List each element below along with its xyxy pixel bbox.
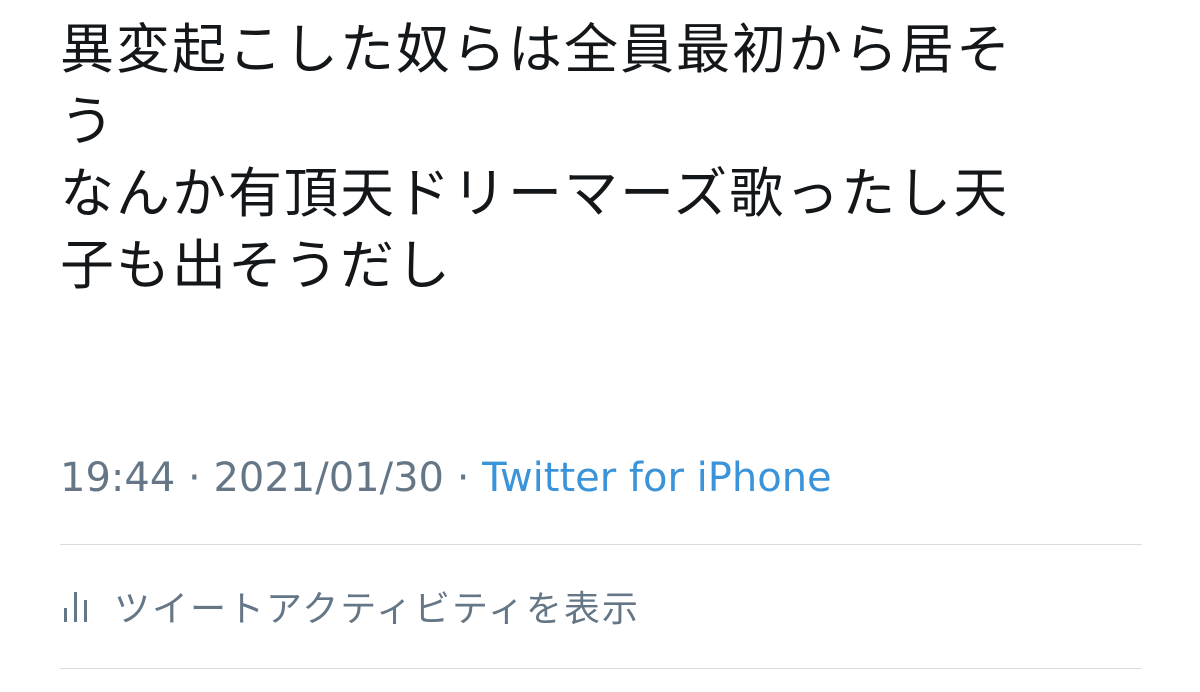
tweet-source-link[interactable]: Twitter for iPhone <box>482 455 832 501</box>
tweet-time[interactable]: 19:44 <box>60 455 175 501</box>
view-tweet-activity-button[interactable]: ツイートアクティビティを表示 <box>60 580 640 632</box>
tweet-text-line: う <box>60 90 116 153</box>
bar-chart-icon <box>60 586 94 626</box>
divider <box>60 668 1142 669</box>
tweet-text-line: なんか有頂天ドリーマーズ歌ったし天 <box>60 162 1010 225</box>
meta-separator: · <box>188 455 201 501</box>
divider <box>60 544 1142 545</box>
tweet-text: 異変起こした奴らは全員最初から居そ う なんか有頂天ドリーマーズ歌ったし天 子も… <box>60 14 1150 302</box>
tweet-text-line: 子も出そうだし <box>60 234 452 297</box>
meta-separator: · <box>456 455 470 501</box>
tweet-meta: 19:44 · 2021/01/30 · Twitter for iPhone <box>60 452 832 504</box>
view-tweet-activity-label: ツイートアクティビティを表示 <box>114 589 640 630</box>
tweet-text-line: 異変起こした奴らは全員最初から居そ <box>60 18 1012 81</box>
tweet-date[interactable]: 2021/01/30 <box>213 455 444 501</box>
